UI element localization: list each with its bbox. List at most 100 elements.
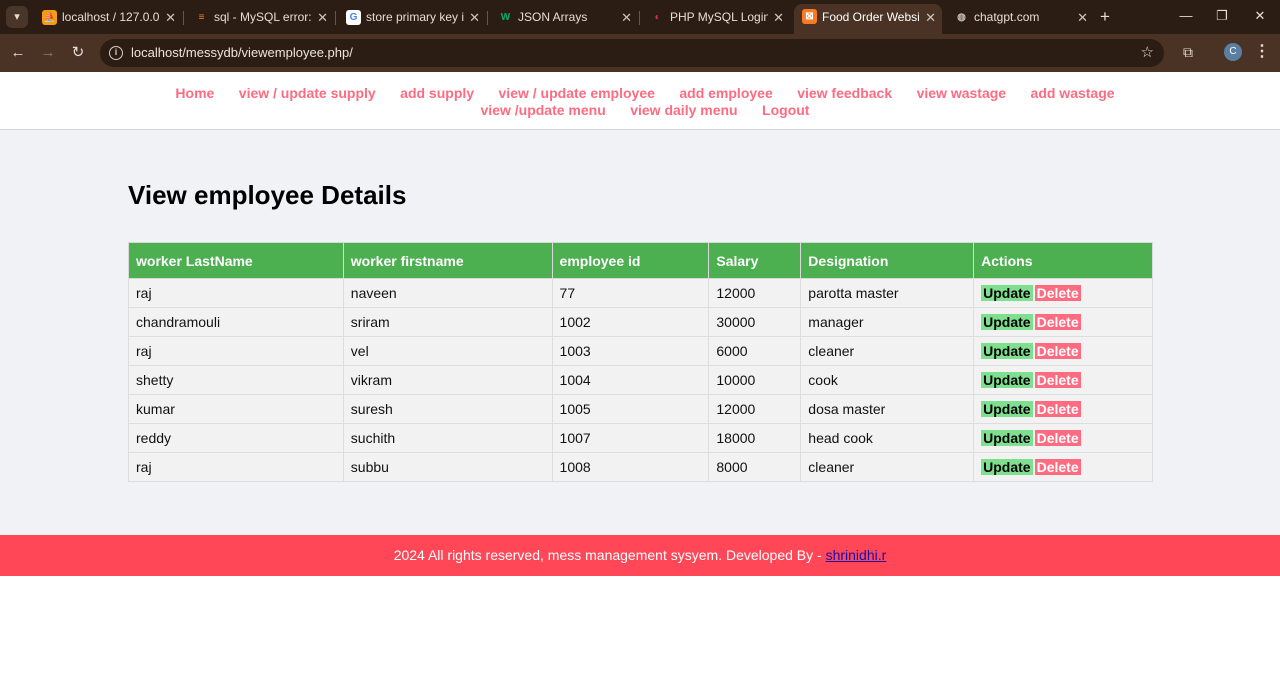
- table-cell: 12000: [708, 278, 802, 308]
- table-row: raj naveen 77 12000 parotta master Update Dele…: [128, 278, 1153, 308]
- delete-button[interactable]: Delete: [1034, 459, 1081, 475]
- update-button[interactable]: Update: [981, 401, 1033, 417]
- nav-link-view-wastage[interactable]: view wastage: [917, 85, 1007, 101]
- delete-button[interactable]: Delete: [1034, 372, 1081, 388]
- browser-tab[interactable]: Gstore primary key in ✕: [338, 5, 486, 30]
- tab-title: sql - MySQL error: ke: [214, 10, 312, 24]
- w3schools-icon: W: [500, 12, 511, 23]
- table-row: shetty vikram 1004 10000 cook Update Delete: [128, 365, 1153, 395]
- tab-close-icon[interactable]: ✕: [621, 5, 632, 30]
- site-footer: 2024 All rights reserved, mess managemen…: [0, 535, 1280, 576]
- tab-close-icon[interactable]: ✕: [317, 5, 328, 30]
- tab-title: JSON Arrays: [518, 10, 588, 24]
- restore-icon[interactable]: ❐: [1212, 8, 1232, 24]
- tab-close-icon[interactable]: ✕: [469, 5, 480, 30]
- tab-search-chevron-icon[interactable]: ▾: [6, 6, 28, 28]
- update-button[interactable]: Update: [981, 343, 1033, 359]
- site-info-icon[interactable]: i: [109, 46, 123, 60]
- tab-close-icon[interactable]: ✕: [165, 5, 176, 30]
- reload-icon[interactable]: ↻: [68, 43, 88, 63]
- tab-title: store primary key in: [366, 10, 464, 24]
- table-cell: head cook: [800, 423, 975, 453]
- address-bar[interactable]: i localhost/messydb/viewemployee.php/ ☆: [100, 39, 1164, 67]
- browser-tab[interactable]: ≡ sql - MySQL error: ke ✕: [186, 5, 334, 30]
- browser-tab[interactable]: ⊠ Food Order Website ✕: [794, 4, 942, 34]
- nav-link-add-supply[interactable]: add supply: [400, 85, 474, 101]
- delete-button[interactable]: Delete: [1034, 314, 1081, 330]
- table-cell: kumar: [128, 394, 344, 424]
- table-cell: vikram: [342, 365, 553, 395]
- nav-link-view-update-employee[interactable]: view / update employee: [499, 85, 655, 101]
- table-cell: subbu: [342, 452, 553, 482]
- globe-icon: ◍: [957, 12, 966, 23]
- nav-link-view-feedback[interactable]: view feedback: [797, 85, 892, 101]
- table-cell: 6000: [708, 336, 802, 366]
- codeshack-icon: ◐: [654, 12, 661, 23]
- actions-cell: Update Delete: [973, 365, 1153, 395]
- update-button[interactable]: Update: [981, 285, 1033, 301]
- tab-title: PHP MySQL Login Sy: [670, 10, 768, 24]
- browser-tab[interactable]: ⛵ localhost / 127.0.0.1 ✕: [34, 5, 182, 30]
- table-cell: naveen: [342, 278, 553, 308]
- tab-close-icon[interactable]: ✕: [1077, 5, 1088, 30]
- tab-title: Food Order Website: [822, 10, 920, 24]
- new-tab-plus-icon[interactable]: +: [1100, 8, 1110, 26]
- browser-tab[interactable]: ◍ chatgpt.com ✕: [946, 5, 1094, 30]
- tab-separator: [639, 11, 640, 25]
- nav-link-view-update-supply[interactable]: view / update supply: [239, 85, 376, 101]
- footer-author-link[interactable]: shrinidhi.r: [826, 547, 887, 563]
- delete-button[interactable]: Delete: [1034, 285, 1081, 301]
- delete-button[interactable]: Delete: [1034, 401, 1081, 417]
- url-text[interactable]: localhost/messydb/viewemployee.php/: [131, 45, 353, 60]
- table-row: raj vel 1003 6000 cleaner Update Delete: [128, 336, 1153, 366]
- minimize-icon[interactable]: —: [1176, 8, 1196, 23]
- main-section: View employee Details worker LastName wor…: [0, 130, 1280, 535]
- browser-tab[interactable]: W JSON Arrays ✕: [490, 5, 638, 30]
- actions-cell: Update Delete: [973, 278, 1153, 308]
- table-cell: 30000: [708, 307, 802, 337]
- delete-button[interactable]: Delete: [1034, 343, 1081, 359]
- update-button[interactable]: Update: [981, 372, 1033, 388]
- browser-tab[interactable]: ◐ PHP MySQL Login Sy ✕: [642, 5, 790, 30]
- tab-close-icon[interactable]: ✕: [925, 4, 936, 31]
- forward-arrow-icon[interactable]: →: [38, 43, 58, 63]
- back-arrow-icon[interactable]: ←: [8, 43, 28, 63]
- nav-links: Home view / update supply add supply vie…: [130, 85, 1160, 119]
- table-row: raj subbu 1008 8000 cleaner Update Delete: [128, 452, 1153, 482]
- table-cell: 1002: [551, 307, 710, 337]
- nav-link-add-wastage[interactable]: add wastage: [1031, 85, 1115, 101]
- bookmark-star-icon[interactable]: ☆: [1141, 43, 1154, 61]
- table-cell: reddy: [128, 423, 344, 453]
- nav-link-add-employee[interactable]: add employee: [679, 85, 772, 101]
- table-cell: cleaner: [800, 336, 975, 366]
- profile-avatar[interactable]: C: [1224, 43, 1242, 61]
- table-cell: dosa master: [800, 394, 975, 424]
- actions-cell: Update Delete: [973, 336, 1153, 366]
- page-viewport: Home view / update supply add supply vie…: [0, 72, 1280, 679]
- nav-link-view-update-menu[interactable]: view /update menu: [481, 102, 606, 118]
- update-button[interactable]: Update: [981, 459, 1033, 475]
- nav-link-view-daily-menu[interactable]: view daily menu: [630, 102, 737, 118]
- table-cell: raj: [128, 452, 344, 482]
- table-cell: parotta master: [800, 278, 975, 308]
- table-cell: vel: [342, 336, 553, 366]
- delete-button[interactable]: Delete: [1034, 430, 1081, 446]
- close-window-icon[interactable]: ✕: [1250, 8, 1270, 24]
- update-button[interactable]: Update: [981, 314, 1033, 330]
- tab-close-icon[interactable]: ✕: [773, 5, 784, 30]
- actions-cell: Update Delete: [973, 307, 1153, 337]
- table-row: kumar suresh 1005 12000 dosa master Update Del…: [128, 394, 1153, 424]
- actions-cell: Update Delete: [973, 423, 1153, 453]
- tab-separator: [335, 11, 336, 25]
- table-cell: raj: [128, 336, 344, 366]
- extensions-puzzle-icon[interactable]: ⧉: [1179, 43, 1197, 61]
- table-cell: raj: [128, 278, 344, 308]
- actions-cell: Update Delete: [973, 452, 1153, 482]
- nav-link-logout[interactable]: Logout: [762, 102, 809, 118]
- nav-link-home[interactable]: Home: [175, 85, 214, 101]
- browser-menu-icon[interactable]: ⋮: [1254, 42, 1270, 62]
- table-cell: chandramouli: [128, 307, 344, 337]
- update-button[interactable]: Update: [981, 430, 1033, 446]
- column-header: Designation: [800, 242, 975, 279]
- site-navbar: Home view / update supply add supply vie…: [0, 72, 1280, 130]
